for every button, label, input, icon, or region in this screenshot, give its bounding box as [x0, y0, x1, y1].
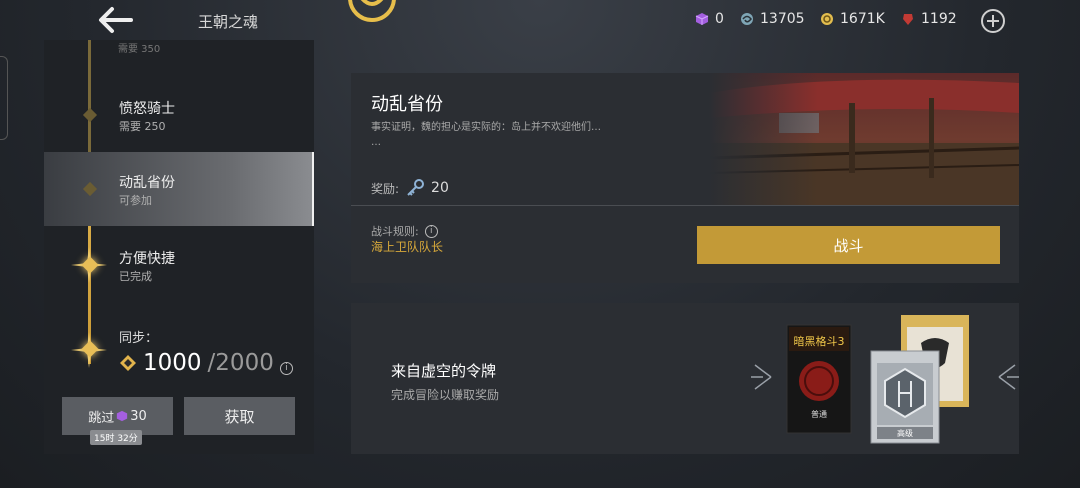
key-icon [407, 179, 425, 196]
stage-status: 需要 250 [119, 120, 166, 133]
mission-reward: 奖励: 20 [371, 178, 449, 198]
back-arrow-icon[interactable] [98, 6, 134, 34]
battle-rule: 战斗规则: i [371, 223, 438, 239]
reward-label: 奖励: [371, 181, 400, 196]
resource-value: 0 [715, 11, 724, 27]
emblem-logo-icon [348, 0, 396, 22]
sync-label: 同步： [119, 331, 159, 346]
mission-card: 动乱省份 事实证明，魏的担心是实际的：岛上并不欢迎他们… … 奖励: 20 战斗… [351, 73, 1019, 283]
token-title: 来自虚空的令牌 [391, 362, 497, 380]
info-icon[interactable]: i [279, 362, 293, 375]
resource-red-gem[interactable]: 1192 [901, 11, 957, 27]
card-game-title: 暗黑格斗3 [794, 334, 845, 348]
token-card[interactable]: 来自虚空的令牌 完成冒险以赚取奖励 暗黑格斗3 普通 高级 [351, 303, 1019, 454]
resource-value: 13705 [760, 11, 805, 27]
red-gem-icon [903, 14, 913, 25]
stage-node-icon [82, 107, 98, 123]
resource-value: 1192 [921, 11, 957, 27]
sync-max: /2000 [207, 350, 274, 376]
skip-timer-badge: 15时 32分 [90, 430, 142, 445]
mission-description: 事实证明，魏的担心是实际的：岛上并不欢迎他们… … [371, 120, 641, 150]
mission-title: 动乱省份 [371, 94, 443, 115]
purple-cube-icon [695, 13, 709, 25]
ship-deck-image [709, 73, 1019, 205]
stage-name: 愤怒骑士 [119, 101, 175, 117]
sync-diamond-icon [120, 355, 136, 371]
stage-panel: 需要 350 愤怒骑士 需要 250 动乱省份 可参加 方便快捷 已完成 同步：… [44, 40, 314, 454]
left-edge-tab[interactable] [0, 56, 8, 140]
resource-purple-cube[interactable]: 0 [695, 11, 724, 27]
gold-coin-icon [821, 13, 833, 25]
rule-value[interactable]: 海上卫队队长 [371, 238, 443, 255]
reward-value: 20 [431, 180, 449, 196]
top-bar: 王朝之魂 0 13705 1671K 1192 [0, 0, 1080, 40]
token-subtitle: 完成冒险以赚取奖励 [391, 388, 500, 402]
stage-cut-requirement: 需要 350 [118, 44, 161, 55]
stage-name: 动乱省份 [119, 175, 175, 191]
get-button[interactable]: 获取 [184, 397, 295, 435]
stage-status: 可参加 [119, 194, 152, 207]
fight-button[interactable]: 战斗 [697, 226, 1000, 264]
token-cards-image: 暗黑格斗3 普通 高级 [751, 315, 1019, 444]
sync-progress: 1000 /2000 i [119, 350, 293, 376]
swirl-icon [741, 13, 753, 25]
mission-desc-more: … [371, 137, 381, 148]
purple-cube-icon [117, 410, 128, 422]
stage-item-angry-knight[interactable]: 愤怒骑士 需要 250 [44, 78, 314, 152]
stage-item-turbulent-province[interactable]: 动乱省份 可参加 [44, 152, 314, 226]
rule-label: 战斗规则: [371, 225, 419, 238]
skip-cost: 30 [130, 408, 147, 424]
resource-gold-coin[interactable]: 1671K [820, 11, 885, 27]
sync-current: 1000 [143, 350, 202, 376]
mission-desc-line: 事实证明，魏的担心是实际的：岛上并不欢迎他们… [371, 122, 601, 133]
skip-label: 跳过 [88, 410, 115, 426]
resource-value: 1671K [840, 11, 885, 27]
info-icon[interactable]: i [424, 224, 438, 238]
page-title: 王朝之魂 [198, 13, 259, 31]
card-advanced-label: 高级 [897, 428, 913, 438]
stage-status: 已完成 [119, 270, 152, 283]
resource-swirl[interactable]: 13705 [740, 11, 805, 27]
stage-item-convenient[interactable]: 方便快捷 已完成 [44, 228, 314, 302]
stage-node-icon [82, 181, 98, 197]
add-resource-plus-icon[interactable] [981, 9, 1005, 33]
mission-header: 动乱省份 事实证明，魏的担心是实际的：岛上并不欢迎他们… … 奖励: 20 [351, 73, 1019, 206]
stage-name: 方便快捷 [119, 251, 175, 267]
card-common-label: 普通 [811, 409, 827, 419]
